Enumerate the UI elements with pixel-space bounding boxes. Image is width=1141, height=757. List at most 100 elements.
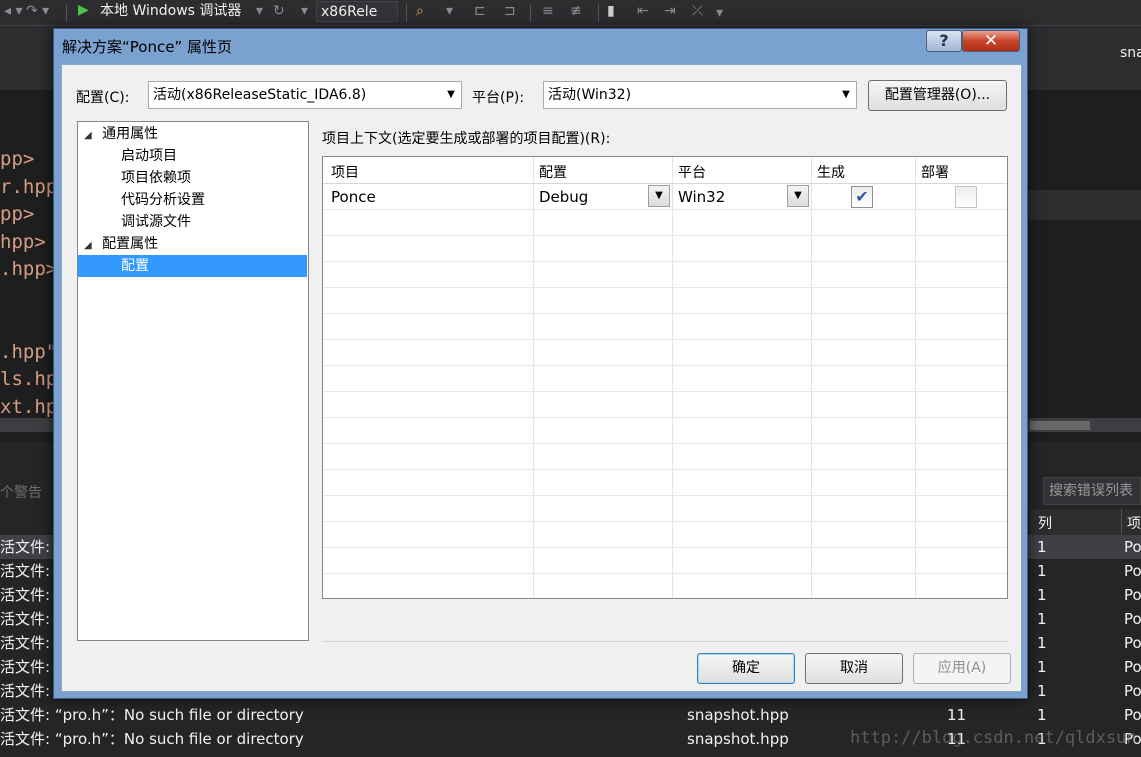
column-divider: [1121, 509, 1122, 535]
grid-row-divider: [323, 469, 1007, 470]
editor-tab-snapshot[interactable]: sna: [1120, 42, 1141, 64]
error-row[interactable]: 活文件: “pro.h”：No such file or directory s…: [0, 703, 1141, 727]
apply-button[interactable]: 应用(A): [913, 653, 1011, 684]
close-button[interactable]: ✕: [962, 30, 1020, 52]
error-description: 活文件:: [0, 658, 51, 676]
column-header-platform[interactable]: 平台: [678, 162, 706, 182]
chevron-down-icon: ▼: [447, 89, 455, 100]
code-line: xt.hp: [0, 396, 58, 418]
error-project: Po: [1124, 538, 1141, 556]
config-label: 配置(C):: [76, 90, 130, 106]
tree-item-common-properties[interactable]: ◢ 通用属性: [84, 123, 158, 145]
error-search-input[interactable]: 搜索错误列表: [1043, 477, 1141, 505]
tree-item-project-dependencies[interactable]: 项目依赖项: [121, 167, 191, 189]
grid-row-divider: [323, 443, 1007, 444]
config-select[interactable]: 活动(x86ReleaseStatic_IDA6.8) ▼: [148, 81, 462, 109]
column-header-deploy[interactable]: 部署: [921, 162, 949, 182]
clear-bookmarks-icon[interactable]: ⤫: [692, 0, 703, 22]
error-column: 1: [1037, 610, 1047, 628]
align-icon[interactable]: ⊐: [504, 0, 516, 22]
tree-item-startup-project[interactable]: 启动项目: [121, 145, 177, 167]
deploy-checkbox[interactable]: [955, 186, 977, 208]
tree-item-debug-source-files[interactable]: 调试源文件: [121, 211, 191, 233]
redo-icon[interactable]: ↷ ▾: [26, 0, 49, 22]
grid-row-divider: [323, 339, 1007, 340]
code-line: hpp>: [0, 231, 46, 253]
column-header-project[interactable]: 项: [1127, 513, 1141, 533]
find-icon[interactable]: ⌕: [416, 0, 424, 22]
start-debug-icon[interactable]: ▶: [78, 2, 89, 18]
config-cell-dropdown-icon[interactable]: ▼: [648, 185, 670, 207]
error-project: Po: [1124, 658, 1141, 676]
next-bookmark-icon[interactable]: ⇥: [664, 0, 676, 22]
solution-config-combo[interactable]: x86Rele: [316, 1, 398, 22]
toolbar-separator: [530, 4, 531, 22]
tree-item-configuration[interactable]: 配置: [78, 255, 307, 277]
column-header-build[interactable]: 生成: [817, 162, 845, 182]
error-description: 活文件:: [0, 634, 51, 652]
close-icon: ✕: [983, 31, 999, 51]
button-divider: [322, 641, 1008, 642]
warnings-filter[interactable]: 个警告: [0, 482, 42, 502]
error-description: 活文件:: [0, 586, 51, 604]
expand-triangle-icon[interactable]: ◢: [84, 240, 92, 251]
grid-column-divider: [672, 157, 673, 598]
column-header-column[interactable]: 列: [1038, 513, 1052, 533]
bookmark-icon[interactable]: ▮: [607, 0, 615, 22]
prev-bookmark-icon[interactable]: ⇤: [637, 0, 649, 22]
grid-row-divider: [323, 183, 1007, 184]
build-checkbox[interactable]: ✔: [851, 186, 873, 208]
platform-select[interactable]: 活动(Win32) ▼: [543, 81, 857, 109]
start-debug-button[interactable]: 本地 Windows 调试器: [100, 0, 241, 22]
align-icon[interactable]: ⊏: [474, 0, 486, 22]
error-column: 1: [1037, 586, 1047, 604]
column-header-project[interactable]: 项目: [331, 162, 359, 182]
chevron-down-icon[interactable]: ▾: [256, 0, 263, 22]
grid-column-divider: [915, 157, 916, 598]
error-description: 活文件:: [0, 538, 51, 556]
undo-icon[interactable]: ◂ ▾: [4, 0, 23, 22]
tree-item-label: 配置属性: [102, 236, 159, 252]
code-line: pp>: [0, 203, 35, 225]
project-context-grid: 项目 配置 平台 生成 部署 Ponce Debug ▼ Win32 ▼ ✔: [322, 156, 1008, 599]
code-line: r.hpp: [0, 176, 58, 198]
config-select-value: 活动(x86ReleaseStatic_IDA6.8): [153, 87, 367, 103]
scrollbar-thumb[interactable]: [1030, 421, 1090, 430]
error-file: snapshot.hpp: [687, 706, 789, 724]
chevron-down-icon[interactable]: ▾: [716, 2, 723, 24]
code-line: .hpp": [0, 341, 58, 363]
error-description: 活文件: “pro.h”：No such file or directory: [0, 730, 304, 748]
editor-navigation-bar: [1022, 190, 1141, 220]
ok-button[interactable]: 确定: [697, 653, 795, 684]
expand-triangle-icon[interactable]: ◢: [84, 130, 92, 141]
error-column: 1: [1037, 658, 1047, 676]
comment-icon[interactable]: ≡: [542, 0, 554, 22]
toolbar-separator: [406, 4, 407, 22]
config-cell-value[interactable]: Debug: [539, 188, 588, 206]
error-description: 活文件:: [0, 682, 51, 700]
error-column: 1: [1037, 538, 1047, 556]
grid-row-divider: [323, 261, 1007, 262]
error-file: snapshot.hpp: [687, 730, 789, 748]
tree-item-code-analysis[interactable]: 代码分析设置: [121, 189, 205, 211]
config-manager-button[interactable]: 配置管理器(O)...: [868, 80, 1007, 111]
tree-item-config-properties[interactable]: ◢ 配置属性: [84, 233, 158, 255]
refresh-icon[interactable]: ↻: [273, 0, 285, 22]
grid-column-divider: [533, 157, 534, 598]
toolbar-separator: [66, 4, 67, 22]
grid-header-row: [323, 157, 1007, 183]
help-button[interactable]: ?: [926, 30, 962, 52]
grid-row-divider: [323, 313, 1007, 314]
platform-cell-value[interactable]: Win32: [678, 188, 725, 206]
chevron-down-icon[interactable]: ▾: [301, 0, 308, 22]
platform-cell-dropdown-icon[interactable]: ▼: [787, 185, 809, 207]
grid-row-divider: [323, 287, 1007, 288]
chevron-down-icon[interactable]: ▾: [446, 0, 453, 22]
code-line: ls.hp: [0, 368, 58, 390]
code-line: .hpp>: [0, 258, 58, 280]
grid-row-divider: [323, 391, 1007, 392]
column-header-configuration[interactable]: 配置: [539, 162, 567, 182]
cancel-button[interactable]: 取消: [805, 653, 903, 684]
error-description: 活文件:: [0, 610, 51, 628]
uncomment-icon[interactable]: ≢: [570, 0, 582, 22]
